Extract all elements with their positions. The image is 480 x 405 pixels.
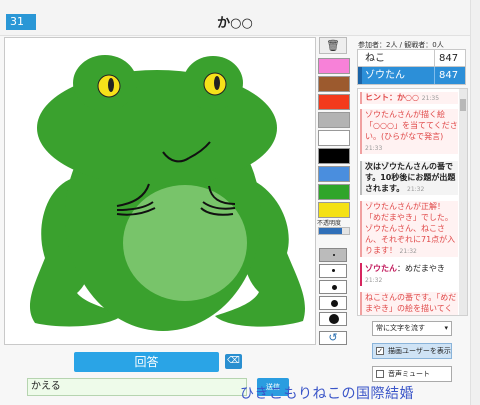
hint-title: か○○ [217,16,253,31]
color-swatch-red[interactable] [318,94,350,110]
chat-scrollbar[interactable] [459,89,467,315]
chat-log[interactable]: ヒント：か○○ 21:35 ゾウたんさんが描く絵「○○○」を当ててください。(ひ… [357,88,468,316]
chat-message: ねこさんの番です。「めだまやき」の絵を描いてくだ [360,292,458,315]
checkbox-checked-icon: ✓ [376,347,384,355]
color-swatch-gray[interactable] [318,112,350,128]
chat-message: 次はゾウたんさんの番です。10秒後にお題が出題されます。 21:32 [360,161,458,195]
brush-size-5[interactable] [319,312,347,326]
watermark: ひきこもりねこの国際結婚 [240,386,414,402]
color-swatch-green[interactable] [318,184,350,200]
color-swatch-brown[interactable] [318,76,350,92]
chat-message: ゾウたんさんが描く絵「○○○」を当ててください。(ひらがなで発言) 21:33 [360,109,458,154]
player-name: ねこ [365,53,385,64]
show-drawer-toggle[interactable]: ✓ 描画ユーザーを表示 [372,343,452,359]
drawing-canvas[interactable] [4,37,316,345]
opacity-label: 不透明度 [317,220,342,227]
chat-message: ゾウたん：めだまやき 21:32 [360,263,458,286]
color-swatch-pink[interactable] [318,58,350,74]
color-swatch-blue[interactable] [318,166,350,182]
color-swatch-yellow[interactable] [318,202,350,218]
mute-toggle[interactable]: 音声ミュート [372,366,452,382]
undo-icon[interactable]: ↺ [319,331,347,345]
text-flow-select[interactable]: 常に文字を流す ▾ [372,321,452,336]
opacity-slider-fill [319,228,342,234]
player-row: ねこ 847 [357,49,466,67]
color-swatch-black[interactable] [318,148,350,164]
header: 31 か○○ [0,0,470,36]
player-list: ねこ 847 ゾウたん 847 [357,49,466,85]
tool-palette: 🗑 不透明度 ↺ [316,37,352,345]
player-name: ゾウたん [365,70,405,81]
chat-message: ゾウたんさんが正解！「めだまやき」でした。ゾウたんさん、ねこさん、それぞれに71… [360,201,458,257]
brush-size-2[interactable] [319,264,347,278]
color-swatch-white[interactable] [318,130,350,146]
frog-drawing [29,55,305,331]
opacity-slider[interactable] [318,227,350,235]
brush-size-3[interactable] [319,280,347,294]
player-score: 847 [434,67,467,84]
chevron-down-icon: ▾ [444,324,448,332]
brush-size-1[interactable] [319,248,347,262]
drawing-indicator [358,67,362,84]
player-row-drawing: ゾウたん 847 [357,67,466,85]
answer-input[interactable]: かえる [27,378,247,396]
player-score: 847 [434,50,467,67]
brush-size-4[interactable] [319,296,347,310]
answer-button[interactable]: 回答 [74,352,219,372]
chat-message: ヒント：か○○ 21:35 [360,92,458,104]
trash-icon[interactable]: 🗑 [319,37,347,54]
checkbox-icon [376,370,384,378]
backspace-icon[interactable]: ⌫ [225,354,242,369]
page-scrollbar[interactable] [470,0,480,405]
app-root: 31 か○○ 🗑 不透明度 ↺ 回答 ⌫ かえる 送信 参加者：2人 / 観戦者… [0,0,480,405]
